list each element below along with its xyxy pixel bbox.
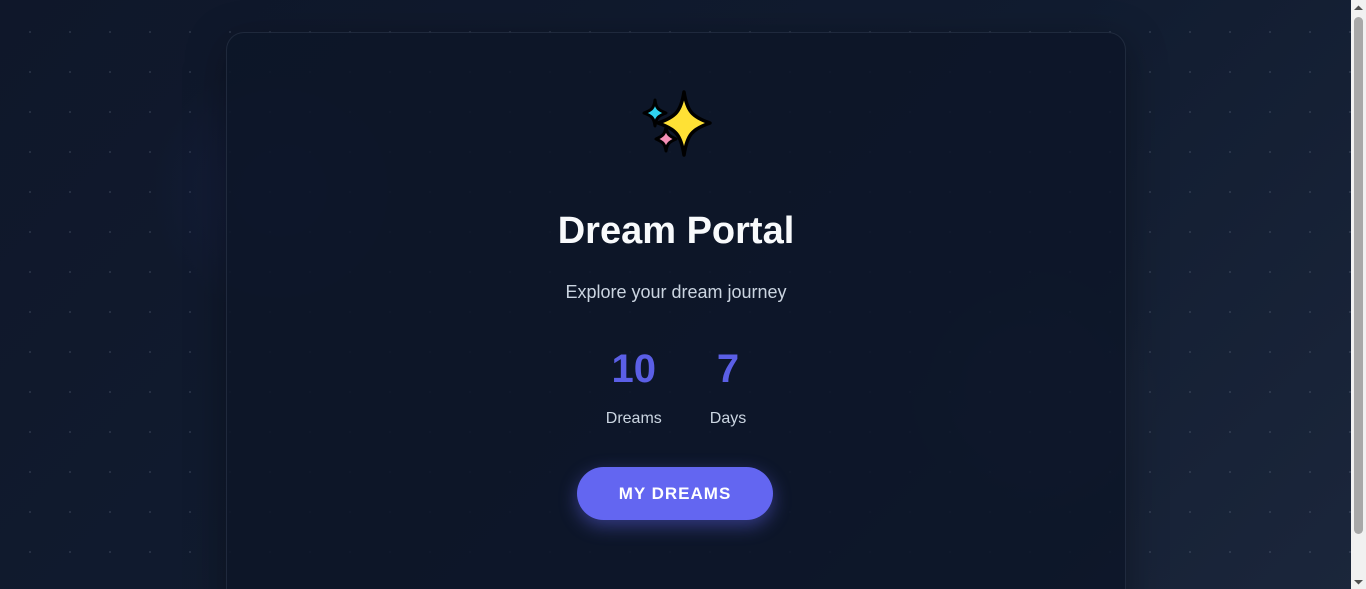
stat-days: 7 Days xyxy=(710,345,746,429)
scroll-up-arrow-icon[interactable] xyxy=(1351,0,1366,15)
scroll-down-arrow-icon[interactable] xyxy=(1351,574,1366,589)
my-dreams-button[interactable]: MY DREAMS xyxy=(577,467,773,520)
stat-dreams-value: 10 xyxy=(611,347,657,391)
page-subtitle: Explore your dream journey xyxy=(565,282,787,302)
scrollbar-thumb[interactable] xyxy=(1354,17,1363,534)
stat-dreams-label: Dreams xyxy=(605,410,662,427)
stat-days-label: Days xyxy=(709,410,747,427)
vertical-scrollbar[interactable] xyxy=(1351,0,1366,589)
stat-days-value: 7 xyxy=(716,347,740,391)
sparkles-icon xyxy=(640,89,712,161)
page-title: Dream Portal xyxy=(557,210,795,252)
stat-dreams: 10 Dreams xyxy=(606,345,662,429)
dream-portal-card: Dream Portal Explore your dream journey … xyxy=(226,32,1126,589)
stats-row: 10 Dreams 7 Days xyxy=(227,345,1125,429)
